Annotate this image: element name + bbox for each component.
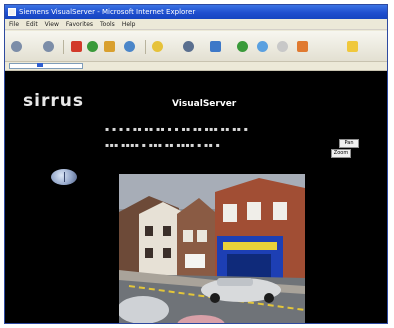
globe-meridian (64, 172, 65, 182)
edit-icon[interactable] (277, 41, 288, 52)
menu-file[interactable]: File (9, 19, 19, 29)
folder-icon[interactable] (347, 41, 358, 52)
page-icon (37, 63, 43, 67)
toolbar-separator (63, 40, 64, 54)
toolbar-separator (145, 40, 146, 54)
address-field[interactable] (9, 63, 83, 69)
history-icon[interactable] (210, 41, 221, 52)
menu-edit[interactable]: Edit (26, 19, 38, 29)
zoom-button[interactable]: Zoom (331, 149, 351, 158)
browser-window: Siemens VisualServer - Microsoft Interne… (4, 4, 388, 324)
search-icon[interactable] (124, 41, 135, 52)
toolbar (5, 31, 387, 62)
back-icon[interactable] (11, 41, 22, 52)
print-icon[interactable] (257, 41, 268, 52)
info-line-1: ▪ ▪ ▪ ▪ ▪▪ ▪▪ ▪▪ ▪ ▪ ▪▪ ▪▪ ▪▪▪ ▪▪ ▪▪ ▪ (105, 126, 249, 133)
home-icon[interactable] (104, 41, 115, 52)
forward-icon[interactable] (43, 41, 54, 52)
mail-icon[interactable] (237, 41, 248, 52)
address-bar (5, 62, 387, 71)
title-bar[interactable]: Siemens VisualServer - Microsoft Interne… (5, 5, 387, 19)
window-title: Siemens VisualServer - Microsoft Interne… (19, 8, 196, 16)
pan-button[interactable]: Pan (339, 139, 359, 148)
menu-view[interactable]: View (45, 19, 59, 29)
camera-image (119, 174, 305, 323)
menu-tools[interactable]: Tools (100, 19, 115, 29)
street-scene (119, 174, 305, 323)
ie-icon (8, 8, 16, 16)
info-line-2: ▪▪▪ ▪▪▪▪ ▪ ▪▪▪ ▪▪ ▪▪▪▪ ▪ ▪▪ ▪ (105, 142, 221, 149)
refresh-icon[interactable] (87, 41, 98, 52)
favorites-icon[interactable] (152, 41, 163, 52)
stop-icon[interactable] (71, 41, 82, 52)
menu-favorites[interactable]: Favorites (66, 19, 93, 29)
messenger-icon[interactable] (297, 41, 308, 52)
page-title: VisualServer (172, 99, 237, 109)
menu-bar: File Edit View Favorites Tools Help (5, 19, 387, 30)
web-content: sirrus VisualServer ▪ ▪ ▪ ▪ ▪▪ ▪▪ ▪▪ ▪ ▪… (5, 71, 387, 323)
menu-help[interactable]: Help (122, 19, 136, 29)
sirrus-logo: sirrus (23, 91, 84, 111)
media-icon[interactable] (183, 41, 194, 52)
